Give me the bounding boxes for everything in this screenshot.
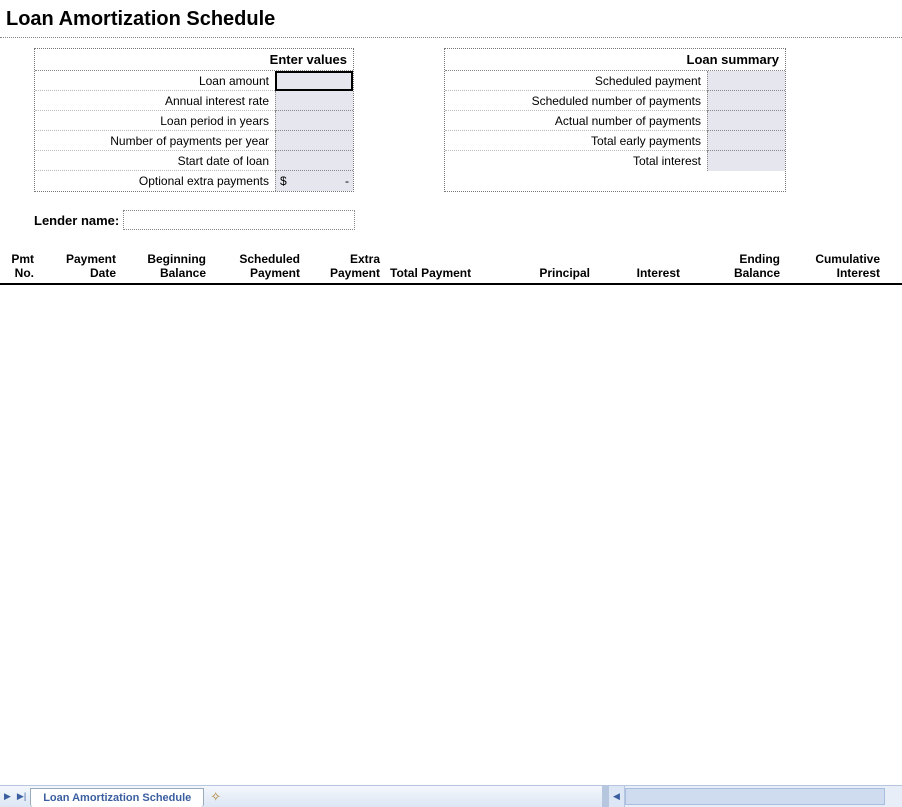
col-scheduled-payment: ScheduledPayment [210,252,304,281]
label-annual-interest: Annual interest rate [35,91,275,111]
label-extra-payments: Optional extra payments [35,171,275,191]
row-scheduled-payment: Scheduled payment [445,71,785,91]
enter-values-panel: Enter values Loan amount Annual interest… [34,48,354,192]
row-actual-number: Actual number of payments [445,111,785,131]
lender-row: Lender name: [34,210,902,230]
label-scheduled-payment: Scheduled payment [445,71,707,91]
col-ending-balance: EndingBalance [684,252,784,281]
input-panels: Enter values Loan amount Annual interest… [0,48,902,192]
sheet-tab-bar: ▶ ▶| Loan Amortization Schedule ✧ ◀ [0,785,902,807]
col-beginning-balance: BeginningBalance [120,252,210,281]
row-loan-period: Loan period in years [35,111,353,131]
label-payments-per-year: Number of payments per year [35,131,275,151]
output-scheduled-number [707,91,785,111]
label-start-date: Start date of loan [35,151,275,171]
col-payment-date: PaymentDate [38,252,120,281]
input-payments-per-year[interactable] [275,131,353,151]
output-actual-number [707,111,785,131]
row-total-interest: Total interest [445,151,785,171]
scroll-track[interactable] [625,786,902,807]
horizontal-scrollbar: ◀ [602,786,902,807]
row-total-early: Total early payments [445,131,785,151]
input-annual-interest[interactable] [275,91,353,111]
col-pmt-no: PmtNo. [2,252,38,281]
new-sheet-icon[interactable]: ✧ [210,790,221,803]
label-loan-amount: Loan amount [35,71,275,91]
enter-values-header: Enter values [35,49,353,71]
title-divider [0,37,902,38]
scroll-left-icon[interactable]: ◀ [609,786,625,807]
currency-value: - [345,174,349,188]
loan-summary-header: Loan summary [445,49,785,71]
nav-next-icon[interactable]: ▶ [4,791,11,802]
sheet-nav-buttons: ▶ ▶| [0,786,30,807]
label-scheduled-number: Scheduled number of payments [445,91,707,111]
currency-prefix: $ [280,174,287,188]
input-extra-payments[interactable]: $ - [275,171,353,191]
schedule-header-row: PmtNo. PaymentDate BeginningBalance Sche… [0,252,902,285]
col-extra-payment: ExtraPayment [304,252,384,281]
col-principal: Principal [494,266,594,280]
col-interest: Interest [594,266,684,280]
row-loan-amount: Loan amount [35,71,353,91]
page-title: Loan Amortization Schedule [0,0,902,35]
input-lender-name[interactable] [123,210,355,230]
input-start-date[interactable] [275,151,353,171]
row-scheduled-number: Scheduled number of payments [445,91,785,111]
nav-last-icon[interactable]: ▶| [17,791,26,802]
row-annual-interest: Annual interest rate [35,91,353,111]
output-total-interest [707,151,785,171]
row-payments-per-year: Number of payments per year [35,131,353,151]
output-scheduled-payment [707,71,785,91]
input-loan-period[interactable] [275,111,353,131]
input-loan-amount[interactable] [275,71,353,91]
output-total-early [707,131,785,151]
scroll-thumb[interactable] [625,788,885,805]
label-total-interest: Total interest [445,151,707,171]
col-total-payment: Total Payment [384,266,494,280]
sheet-tab-active[interactable]: Loan Amortization Schedule [30,788,204,807]
label-total-early: Total early payments [445,131,707,151]
label-actual-number: Actual number of payments [445,111,707,131]
label-loan-period: Loan period in years [35,111,275,131]
col-cumulative-interest: CumulativeInterest [784,252,884,281]
row-start-date: Start date of loan [35,151,353,171]
loan-summary-panel: Loan summary Scheduled payment Scheduled… [444,48,786,192]
row-extra-payments: Optional extra payments $ - [35,171,353,191]
lender-label: Lender name: [34,213,119,228]
